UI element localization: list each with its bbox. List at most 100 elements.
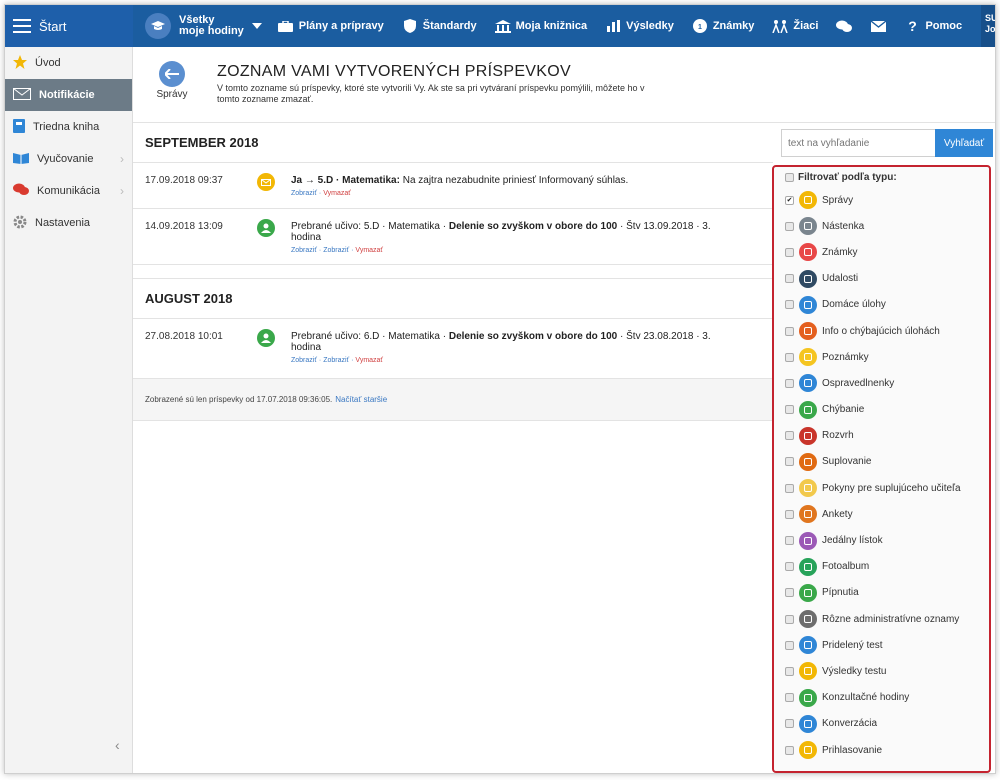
filter-all-checkbox[interactable] bbox=[785, 172, 794, 182]
filter-item[interactable]: Konzultačné hodiny bbox=[774, 685, 989, 711]
filter-item[interactable]: Rozvrh bbox=[774, 423, 989, 449]
nav-students-label: Žiaci bbox=[793, 20, 819, 32]
sidebar-item-triedna-kniha[interactable]: Triedna kniha bbox=[5, 111, 132, 143]
filter-checkbox[interactable] bbox=[785, 378, 794, 388]
message-icon bbox=[257, 173, 275, 191]
nav-results[interactable]: Výsledky bbox=[605, 19, 674, 33]
filter-checkbox[interactable] bbox=[785, 693, 794, 703]
delete-link[interactable]: Vymazať bbox=[355, 357, 383, 364]
filter-item[interactable]: Výsledky testu bbox=[774, 658, 989, 684]
filter-checkbox[interactable] bbox=[785, 745, 794, 755]
nav-plans-label: Plány a prípravy bbox=[298, 20, 384, 32]
nav-plans[interactable]: Plány a prípravy bbox=[278, 19, 384, 33]
show-link[interactable]: Zobraziť bbox=[291, 247, 317, 254]
sidebar-item-label: Triedna kniha bbox=[33, 121, 100, 133]
filter-item-label: Prihlasovanie bbox=[822, 744, 883, 756]
filter-checkbox[interactable] bbox=[785, 221, 794, 231]
filter-type-icon bbox=[799, 531, 817, 550]
filter-item[interactable]: Fotoalbum bbox=[774, 554, 989, 580]
nav-standards-label: Štandardy bbox=[422, 20, 477, 32]
filter-checkbox[interactable] bbox=[785, 352, 794, 362]
nav-chat[interactable] bbox=[836, 19, 853, 33]
filter-checkbox[interactable] bbox=[785, 483, 794, 493]
filter-item[interactable]: Jedálny lístok bbox=[774, 527, 989, 553]
search-input[interactable] bbox=[781, 129, 935, 157]
start-menu-button[interactable]: Štart bbox=[5, 5, 133, 47]
filter-checkbox[interactable] bbox=[785, 457, 794, 467]
nav-library[interactable]: Moja knižnica bbox=[494, 19, 587, 33]
load-older-link[interactable]: Načítať staršie bbox=[335, 395, 387, 404]
filter-item[interactable]: Suplovanie bbox=[774, 449, 989, 475]
filter-item[interactable]: Konverzácia bbox=[774, 711, 989, 737]
filter-item[interactable]: Nástenka bbox=[774, 213, 989, 239]
filter-checkbox[interactable] bbox=[785, 431, 794, 441]
delete-link[interactable]: Vymazať bbox=[355, 247, 383, 254]
filter-type-icon bbox=[799, 741, 817, 760]
top-bar: Štart Všetky moje hodiny Plány a príprav… bbox=[5, 5, 995, 47]
sidebar-item-komunikacia[interactable]: Komunikácia › bbox=[5, 175, 132, 207]
filter-item-label: Pokyny pre suplujúceho učiteľa bbox=[822, 482, 961, 494]
filter-item[interactable]: Info o chýbajúcich úlohách bbox=[774, 318, 989, 344]
filter-item[interactable]: ✔ Správy bbox=[774, 187, 989, 213]
filter-checkbox[interactable] bbox=[785, 405, 794, 415]
filter-item[interactable]: Ospravedlnenky bbox=[774, 370, 989, 396]
post-heading: Ja → 5.D · Matematika: bbox=[291, 175, 400, 186]
filter-item[interactable]: Ankety bbox=[774, 501, 989, 527]
nav-students[interactable]: Žiaci bbox=[772, 19, 818, 33]
glyph-icon bbox=[804, 693, 812, 702]
filter-item[interactable]: Chýbanie bbox=[774, 397, 989, 423]
user-menu[interactable]: SU Jo bbox=[981, 5, 995, 47]
show-link[interactable]: Zobraziť bbox=[323, 247, 349, 254]
arrow-left-icon bbox=[159, 61, 185, 87]
nav-standards[interactable]: Štandardy bbox=[402, 19, 477, 33]
show-link[interactable]: Zobraziť bbox=[323, 357, 349, 364]
filter-item[interactable]: Známky bbox=[774, 239, 989, 265]
filter-item[interactable]: Pípnutia bbox=[774, 580, 989, 606]
glyph-icon bbox=[804, 196, 812, 205]
filter-item[interactable]: Udalosti bbox=[774, 266, 989, 292]
filter-checkbox[interactable] bbox=[785, 536, 794, 546]
nav-mail[interactable] bbox=[870, 19, 886, 33]
filter-checkbox[interactable] bbox=[785, 326, 794, 336]
back-button[interactable]: Správy bbox=[147, 61, 197, 100]
search-button[interactable]: Vyhľadať bbox=[935, 129, 993, 157]
filter-checkbox[interactable] bbox=[785, 719, 794, 729]
sidebar-item-notifikacie[interactable]: Notifikácie bbox=[5, 79, 132, 111]
sidebar-item-uvod[interactable]: Úvod bbox=[5, 47, 132, 79]
show-link[interactable]: Zobraziť bbox=[291, 357, 317, 364]
sidebar-item-nastavenia[interactable]: Nastavenia bbox=[5, 207, 132, 239]
filter-checkbox[interactable] bbox=[785, 666, 794, 676]
collapse-sidebar-icon[interactable]: ‹ bbox=[115, 737, 120, 753]
glyph-icon bbox=[804, 667, 812, 676]
filter-item[interactable]: Pokyny pre suplujúceho učiteľa bbox=[774, 475, 989, 501]
filter-type-icon bbox=[799, 269, 817, 288]
nav-grades[interactable]: 1 Známky bbox=[692, 19, 754, 33]
post-date: 27.08.2018 10:01 bbox=[145, 331, 223, 342]
filter-checkbox[interactable] bbox=[785, 274, 794, 284]
hours-selector[interactable]: Všetky moje hodiny bbox=[145, 13, 262, 39]
filter-item[interactable]: Rôzne administratívne oznamy bbox=[774, 606, 989, 632]
filter-checkbox[interactable] bbox=[785, 562, 794, 572]
filter-item[interactable]: Pridelený test bbox=[774, 632, 989, 658]
filter-type-icon bbox=[799, 322, 817, 341]
sidebar-item-vyucovanie[interactable]: Vyučovanie › bbox=[5, 143, 132, 175]
filter-item[interactable]: Poznámky bbox=[774, 344, 989, 370]
mail-icon bbox=[870, 19, 886, 33]
filter-item-label: Chýbanie bbox=[822, 404, 865, 416]
filter-item-label: Domáce úlohy bbox=[822, 299, 886, 311]
nav-help[interactable]: ? Pomoc bbox=[904, 18, 962, 34]
post-text: Na zajtra nezabudnite priniesť Informova… bbox=[399, 175, 629, 186]
filter-item[interactable]: Domáce úlohy bbox=[774, 292, 989, 318]
filter-checkbox[interactable]: ✔ bbox=[785, 195, 794, 205]
filter-header[interactable]: Filtrovať podľa typu: bbox=[774, 167, 989, 187]
filter-checkbox[interactable] bbox=[785, 588, 794, 598]
filter-checkbox[interactable] bbox=[785, 300, 794, 310]
filter-checkbox[interactable] bbox=[785, 247, 794, 257]
footer-text: Zobrazené sú len príspevky od 17.07.2018… bbox=[145, 395, 333, 404]
show-link[interactable]: Zobraziť bbox=[291, 190, 317, 197]
delete-link[interactable]: Vymazať bbox=[323, 190, 351, 197]
filter-item[interactable]: Prihlasovanie bbox=[774, 737, 989, 763]
filter-checkbox[interactable] bbox=[785, 509, 794, 519]
filter-checkbox[interactable] bbox=[785, 614, 794, 624]
filter-checkbox[interactable] bbox=[785, 640, 794, 650]
